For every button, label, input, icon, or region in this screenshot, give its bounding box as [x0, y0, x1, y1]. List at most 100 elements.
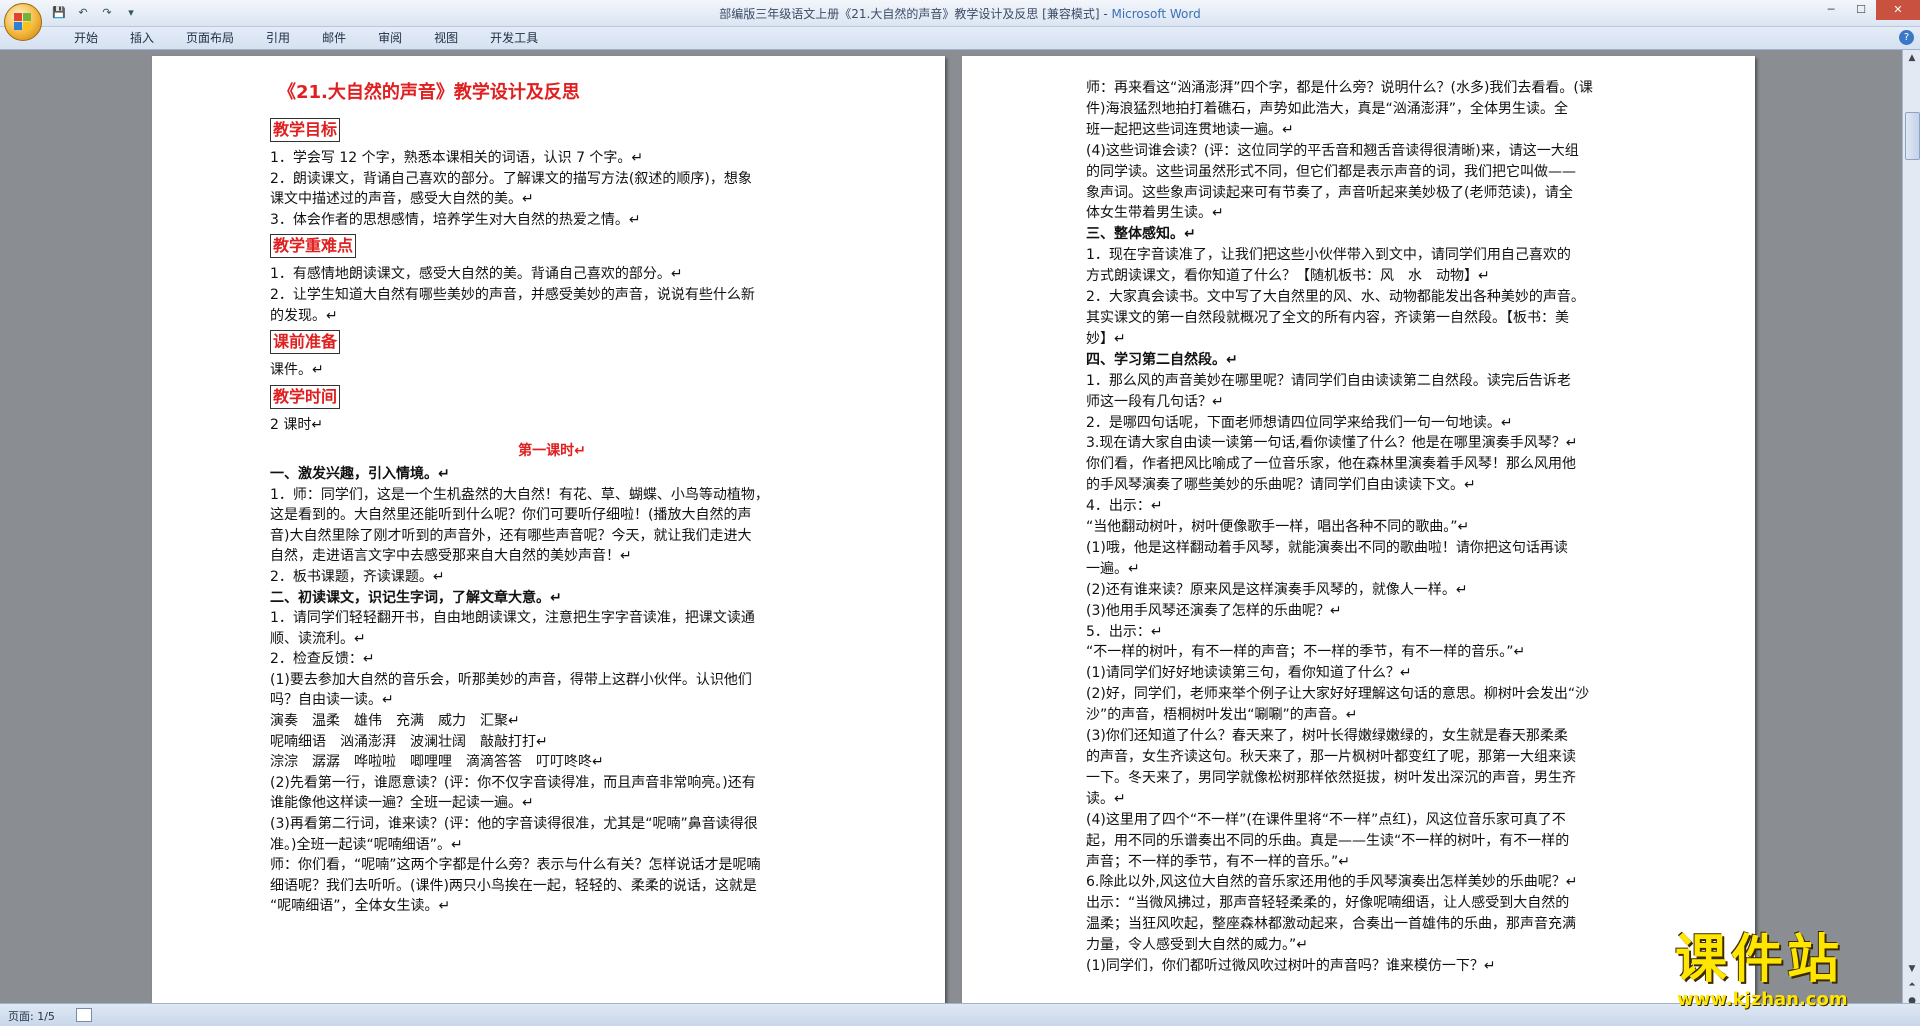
- text-line: 2．让学生知道大自然有哪些美妙的声音，并感受美妙的声音，说说有些什么新: [270, 286, 755, 303]
- close-icon[interactable]: ✕: [1876, 0, 1920, 20]
- ribbon-tab-1[interactable]: 插入: [114, 30, 170, 46]
- section-heading-row: 教学重难点: [270, 230, 834, 264]
- text-line: 谁能像他这样读一遍？全班一起读一遍。↵: [270, 795, 534, 812]
- watermark-url: www.kjzhan.com: [1677, 989, 1848, 1010]
- text-line: 课文中描述过的声音，感受大自然的美。↵: [270, 191, 534, 208]
- section-heading: 课前准备: [270, 330, 341, 355]
- text-line: (2)还有谁来读？原来风是这样演奏手风琴的，就像人一样。↵: [1086, 581, 1468, 598]
- step-heading: 一、激发兴趣，引入情境。↵: [270, 465, 450, 482]
- document-page-2[interactable]: 师：再来看这“汹涌澎湃”四个字，都是什么旁？说明什么？(水多)我们去看看。(课件…: [962, 56, 1755, 1003]
- step-heading: 四、学习第二自然段。↵: [1086, 351, 1238, 368]
- window-title: 部编版三年级语文上册《21.大自然的声音》教学设计及反思 [兼容模式] - Mi…: [0, 5, 1920, 22]
- ribbon-tab-3[interactable]: 引用: [250, 30, 306, 46]
- prev-page-icon[interactable]: ⏶: [1903, 977, 1920, 993]
- text-line: 吗？自由读一读。↵: [270, 692, 394, 709]
- text-line: 方式朗读课文，看你知道了什么？【随机板书：风 水 动物】↵: [1086, 268, 1490, 285]
- text-line: (1)哦，他是这样翻动着手风琴，就能演奏出不同的歌曲啦！请你把这句话再读: [1086, 539, 1568, 556]
- status-bar: 页面: 1/5: [0, 1003, 1920, 1026]
- text-line: 师：你们看，“呢喃”这两个字都是什么旁？表示与什么有关？怎样说话才是呢喃: [270, 857, 761, 874]
- text-line: 出示：“当微风拂过，那声音轻轻柔柔的，好像呢喃细语，让人感受到大自然的: [1086, 895, 1570, 912]
- proofing-icon[interactable]: [76, 1008, 92, 1022]
- text-line: 淙淙 潺潺 哗啦啦 唧哩哩 滴滴答答 叮叮咚咚↵: [270, 754, 604, 771]
- section-heading-row: 教学目标: [270, 114, 834, 148]
- ribbon-tab-5[interactable]: 审阅: [362, 30, 418, 46]
- step-heading: 三、整体感知。↵: [1086, 226, 1196, 243]
- text-line: 1．那么风的声音美妙在哪里呢？请同学们自由读读第二自然段。读完后告诉老: [1086, 372, 1571, 389]
- text-line: 声音；不一样的季节，有不一样的音乐。”↵: [1086, 853, 1350, 870]
- text-line: 准。)全班一起读“呢喃细语”。↵: [270, 836, 463, 853]
- scroll-thumb[interactable]: [1905, 112, 1920, 160]
- help-icon[interactable]: ?: [1899, 30, 1914, 45]
- lesson-heading: 第一课时↵: [518, 443, 586, 460]
- text-line: 1．现在字音读准了，让我们把这些小伙伴带入到文中，请同学们用自己喜欢的: [1086, 247, 1571, 264]
- text-line: (2)先看第一行，谁愿意读？(评：你不仅字音读得准，而且声音非常响亮。)还有: [270, 774, 756, 791]
- ribbon-tab-4[interactable]: 邮件: [306, 30, 362, 46]
- text-line: “呢喃细语”，全体女生读。↵: [270, 898, 451, 915]
- text-line: 师这一段有几句话？↵: [1086, 393, 1224, 410]
- text-line: 呢喃细语 汹涌澎湃 波澜壮阔 敲敲打打↵: [270, 733, 548, 750]
- text-line: 力量，令人感受到大自然的威力。”↵: [1086, 937, 1308, 954]
- text-line: 1．有感情地朗读课文，感受大自然的美。背诵自己喜欢的部分。↵: [270, 266, 683, 283]
- text-line: 5．出示：↵: [1086, 623, 1163, 640]
- text-line: 3．体会作者的思想感情，培养学生对大自然的热爱之情。↵: [270, 211, 641, 228]
- text-line: 课件。↵: [270, 362, 324, 379]
- text-line: (1)要去参加大自然的音乐会，听那美妙的声音，得带上这群小伙伴。认识他们: [270, 671, 752, 688]
- text-line: 的同学读。这些词虽然形式不同，但它们都是表示声音的词，我们把它叫做——: [1086, 163, 1576, 180]
- document-heading: 《21.大自然的声音》教学设计及反思: [278, 82, 580, 103]
- section-heading: 教学目标: [270, 118, 341, 142]
- text-line: 件)海浪猛烈地拍打着礁石，声势如此浩大，真是“汹涌澎湃”，全体男生读。全: [1086, 100, 1568, 117]
- text-line: 其实课文的第一自然段就概况了全文的所有内容，齐读第一自然段。【板书：美: [1086, 309, 1569, 326]
- text-line: 2．是哪四句话呢，下面老师想请四位同学来给我们一句一句地读。↵: [1086, 414, 1513, 431]
- text-line: “不一样的树叶，有不一样的声音；不一样的季节，有不一样的音乐。”↵: [1086, 644, 1526, 661]
- text-line: 沙”的声音，梧桐树叶发出“唰唰”的声音。↵: [1086, 707, 1358, 724]
- text-line: 自然，走进语言文字中去感受那来自大自然的美妙声音！↵: [270, 548, 632, 565]
- document-page-1[interactable]: 《21.大自然的声音》教学设计及反思教学目标 1．学会写 12 个字，熟悉本课相关…: [152, 56, 945, 1003]
- text-line: 象声词。这些象声词读起来可有节奏了，声音听起来美妙极了(老师范读)，请全: [1086, 184, 1573, 201]
- text-line: 师：再来看这“汹涌澎湃”四个字，都是什么旁？说明什么？(水多)我们去看看。(课: [1086, 80, 1593, 96]
- scroll-down-icon[interactable]: ▼: [1903, 961, 1920, 977]
- app-name: Microsoft Word: [1111, 7, 1201, 21]
- text-line: 你们看，作者把风比喻成了一位音乐家，他在森林里演奏着手风琴！那么风用他: [1086, 456, 1576, 473]
- section-heading: 教学重难点: [270, 234, 357, 259]
- text-line: 的手风琴演奏了哪些美妙的乐曲呢？请同学们自由读读下文。↵: [1086, 477, 1476, 494]
- page-1-content[interactable]: 《21.大自然的声音》教学设计及反思教学目标 1．学会写 12 个字，熟悉本课相关…: [270, 80, 834, 917]
- office-button[interactable]: [4, 3, 42, 41]
- text-line: 温柔；当狂风吹起，整座森林都激动起来，合奏出一首雄伟的乐曲，那声音充满: [1086, 916, 1576, 933]
- text-line: 一下。冬天来了，男同学就像松树那样依然挺拔，树叶发出深沉的声音，男生齐: [1086, 769, 1576, 786]
- text-line: 2．大家真会读书。文中写了大自然里的风、水、动物都能发出各种美妙的声音。: [1086, 289, 1585, 306]
- maximize-icon[interactable]: ☐: [1846, 0, 1876, 20]
- ribbon-tab-0[interactable]: 开始: [58, 30, 114, 46]
- text-line: 2．板书课题，齐读课题。↵: [270, 568, 445, 585]
- step-heading: 二、初读课文，识记生字词，了解文章大意。↵: [270, 589, 562, 606]
- ribbon-tab-6[interactable]: 视图: [418, 30, 474, 46]
- text-line: 6.除此以外,风这位大自然的音乐家还用他的手风琴演奏出怎样美妙的乐曲呢？↵: [1086, 874, 1578, 891]
- text-line: (3)你们还知道了什么？春天来了，树叶长得嫩绿嫩绿的，女生就是春天那柔柔: [1086, 728, 1568, 745]
- document-title: 部编版三年级语文上册《21.大自然的声音》教学设计及反思 [兼容模式] -: [719, 7, 1112, 21]
- text-line: (2)好，同学们，老师来举个例子让大家好好理解这句话的意思。柳树叶会发出“沙: [1086, 686, 1590, 703]
- section-heading-row: 教学时间: [270, 381, 834, 415]
- ribbon-tab-7[interactable]: 开发工具: [474, 30, 554, 46]
- text-line: 1．学会写 12 个字，熟悉本课相关的词语，认识 7 个字。↵: [270, 150, 644, 166]
- section-heading-row: 课前准备: [270, 326, 834, 360]
- text-line: 演奏 温柔 雄伟 充满 威力 汇聚↵: [270, 713, 520, 730]
- text-line: 这是看到的。大自然里还能听到什么呢？你们可要听仔细啦！(播放大自然的声: [270, 507, 752, 524]
- watermark-logo-text: 课件站: [1675, 930, 1844, 990]
- vertical-scrollbar[interactable]: ▲ ▼ ⏶ ● ⏷: [1902, 50, 1920, 1025]
- ribbon-tab-2[interactable]: 页面布局: [170, 30, 250, 46]
- text-line: 一遍。↵: [1086, 560, 1140, 577]
- text-line: 的声音，女生齐读这句。秋天来了，那一片枫树叶都变红了呢，那第一大组来读: [1086, 749, 1576, 765]
- text-line: (4)这些词谁会读？(评：这位同学的平舌音和翘舌音读得很清晰)来，请这一大组: [1086, 142, 1579, 159]
- text-line: 体女生带着男生读。↵: [1086, 205, 1224, 222]
- minimize-icon[interactable]: ─: [1816, 0, 1846, 20]
- office-logo-icon: [14, 13, 32, 31]
- text-line: 细语呢？我们去听听。(课件)两只小鸟挨在一起，轻轻的、柔柔的说话，这就是: [270, 877, 757, 894]
- text-line: (1)请同学们好好地读读第三句，看你知道了什么？↵: [1086, 665, 1412, 682]
- scroll-up-icon[interactable]: ▲: [1903, 50, 1920, 66]
- text-line: 的发现。↵: [270, 307, 338, 324]
- ribbon-tabs: 开始 插入 页面布局 引用 邮件 审阅 视图 开发工具: [58, 30, 554, 46]
- text-line: 3.现在请大家自由读一读第一句话,看你读懂了什么？他是在哪里演奏手风琴？↵: [1086, 435, 1578, 452]
- document-workspace[interactable]: 《21.大自然的声音》教学设计及反思教学目标 1．学会写 12 个字，熟悉本课相关…: [0, 50, 1902, 1003]
- page-2-content[interactable]: 师：再来看这“汹涌澎湃”四个字，都是什么旁？说明什么？(水多)我们去看看。(课件…: [1086, 78, 1640, 977]
- page-count[interactable]: 页面: 1/5: [8, 1008, 55, 1024]
- text-line: 2．检查反馈：↵: [270, 651, 375, 668]
